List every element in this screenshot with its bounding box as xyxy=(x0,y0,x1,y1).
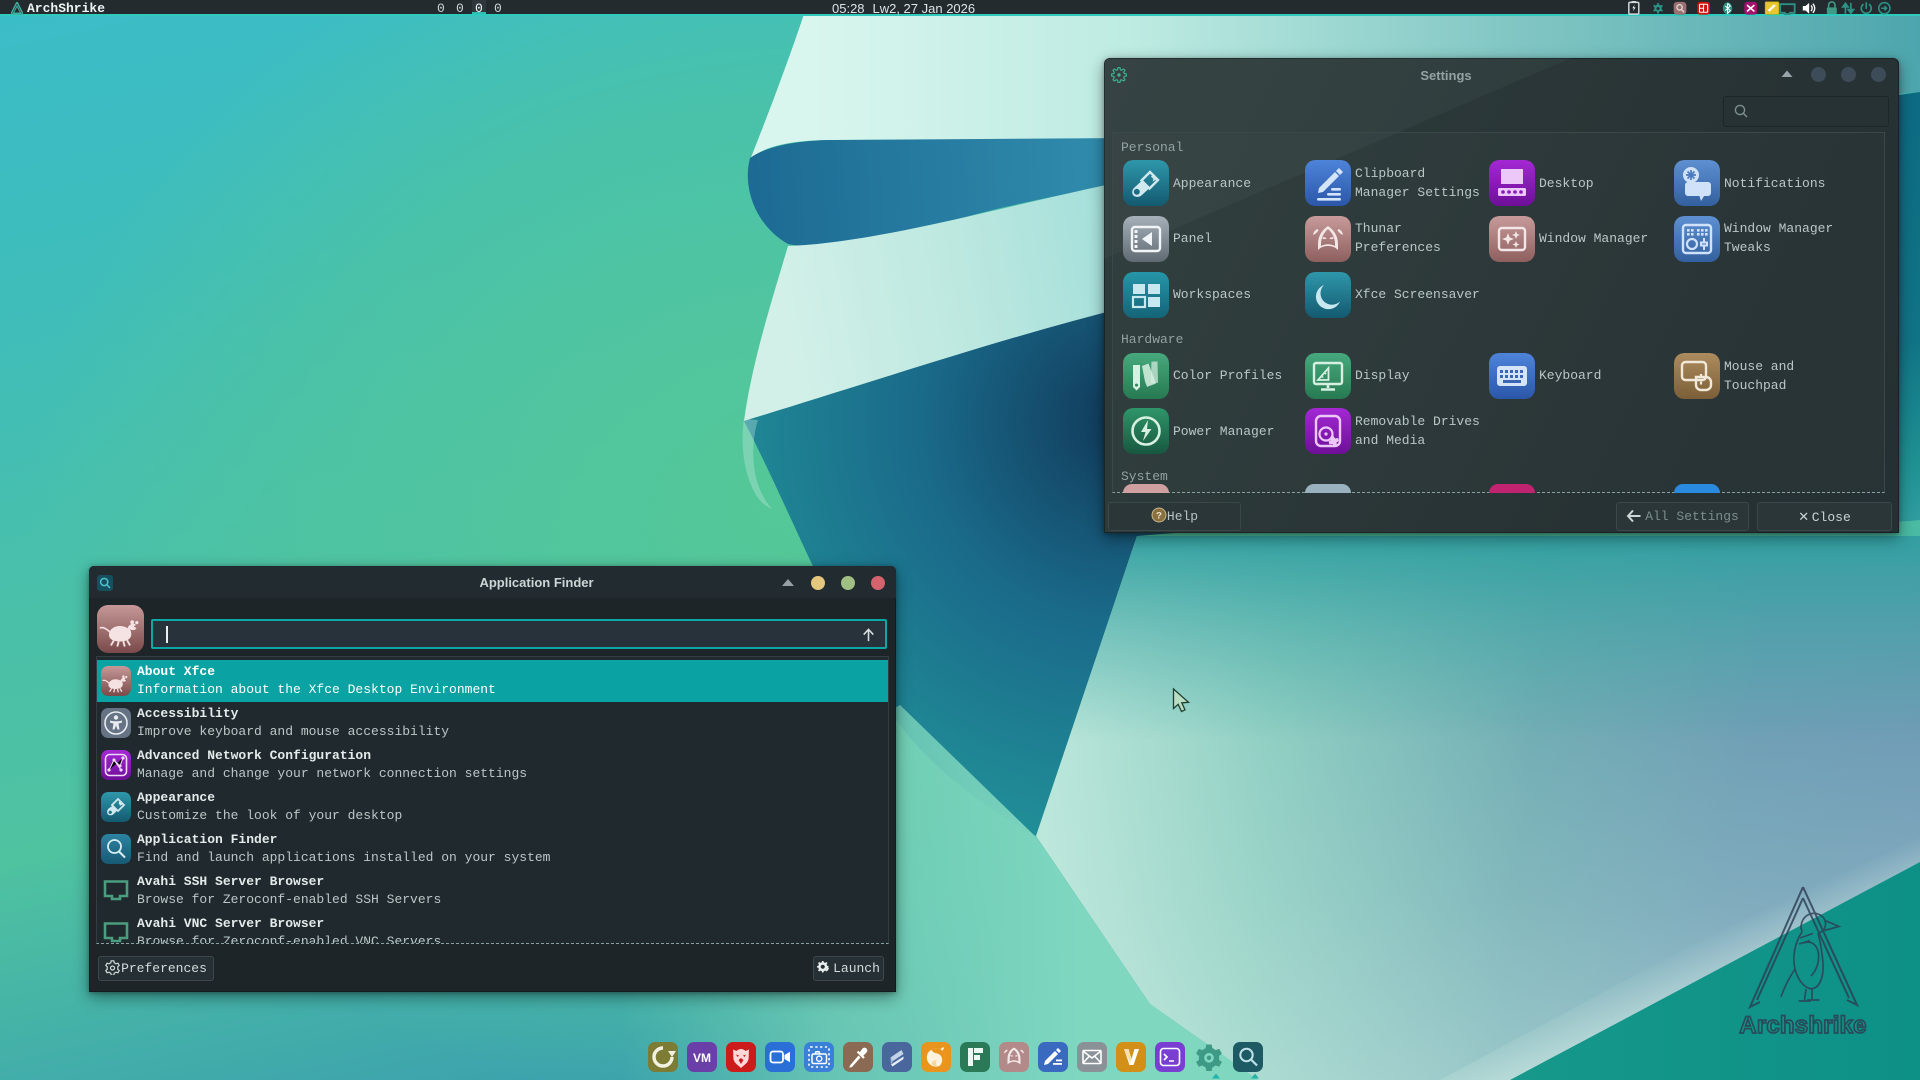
svg-text:Archshrike: Archshrike xyxy=(1739,1012,1866,1039)
svg-text:?: ? xyxy=(1156,512,1162,523)
svg-text:VM: VM xyxy=(693,1051,711,1065)
